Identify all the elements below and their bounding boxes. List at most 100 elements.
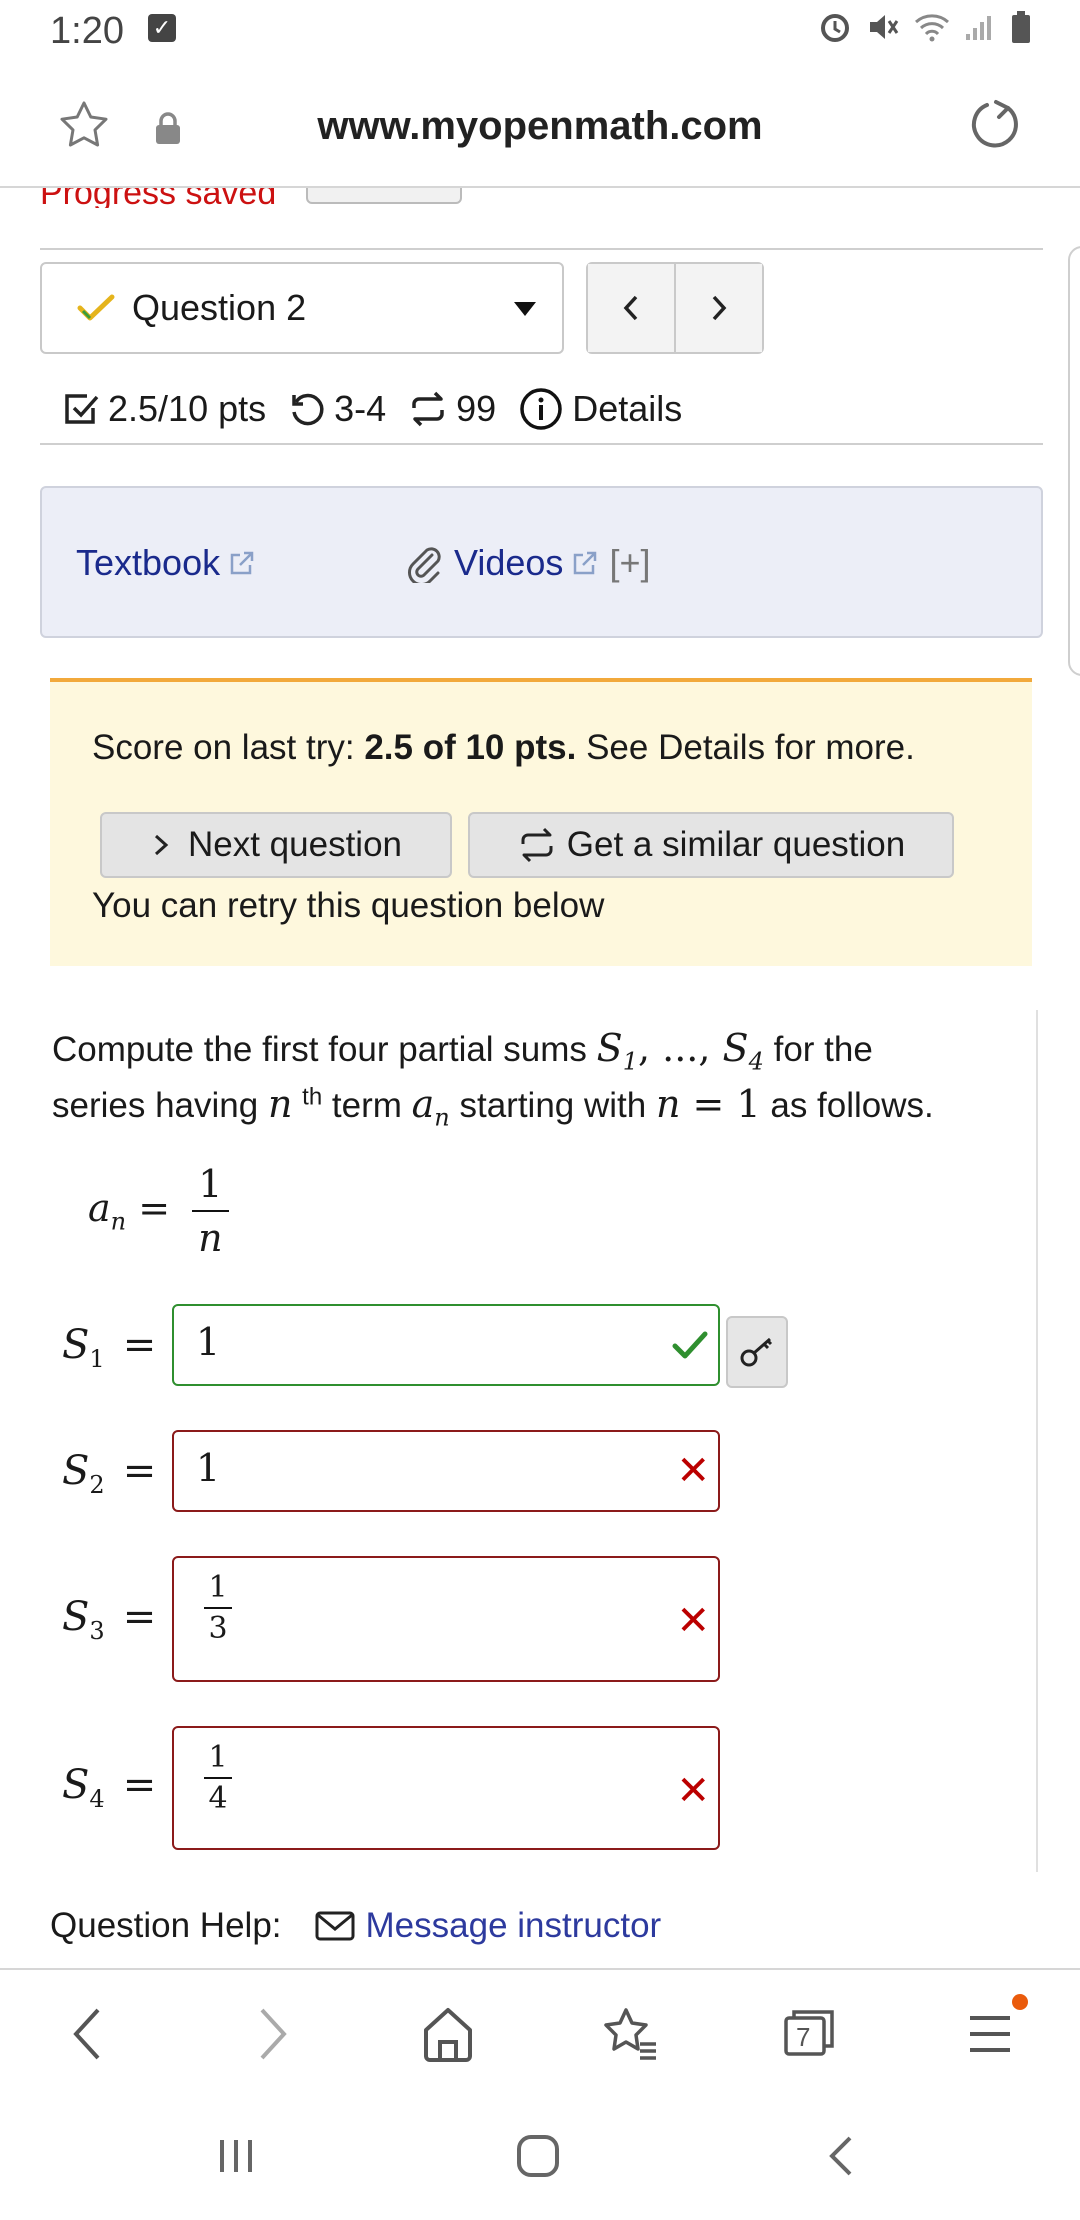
s2-answer-value: 1 xyxy=(196,1446,221,1490)
incorrect-x-icon: ✕ xyxy=(676,1449,710,1493)
videos-link[interactable]: Videos [+] xyxy=(404,542,650,584)
repeat-icon xyxy=(412,391,444,427)
details-label: Details xyxy=(572,388,683,429)
back-icon[interactable] xyxy=(68,2004,108,2064)
wifi-icon xyxy=(915,14,949,42)
alarm-icon xyxy=(821,14,849,42)
system-navigation-bar xyxy=(0,2104,1080,2220)
repeat-icon xyxy=(521,827,553,863)
videos-label: Videos xyxy=(454,542,564,583)
check-icon xyxy=(77,294,115,321)
question-text: as follows. xyxy=(760,1086,934,1125)
browser-url-bar: www.myopenmath.com xyxy=(0,64,1080,188)
checkbox-notification-icon: ✓ xyxy=(148,14,176,42)
message-instructor-link[interactable]: Message instructor xyxy=(366,1906,662,1946)
checkmark-icon xyxy=(672,1331,708,1359)
info-icon xyxy=(520,388,562,430)
similar-question-button[interactable]: Get a similar question xyxy=(468,812,954,878)
divider xyxy=(40,443,1043,445)
reload-icon[interactable] xyxy=(966,96,1024,154)
tab-count: 7 xyxy=(796,2022,811,2052)
details-button[interactable]: Details xyxy=(518,386,682,432)
url-text[interactable]: www.myopenmath.com xyxy=(0,104,1080,149)
score-notice: Score on last try: 2.5 of 10 pts. See De… xyxy=(50,678,1032,966)
math-n: n xyxy=(267,1082,293,1126)
paperclip-icon xyxy=(408,547,441,583)
mail-icon xyxy=(315,1911,355,1941)
status-bar: 1:20 ✓ xyxy=(0,0,1080,64)
score-suffix: See Details for more. xyxy=(576,728,915,767)
back-nav-icon[interactable] xyxy=(824,2134,860,2178)
incorrect-x-icon: ✕ xyxy=(676,1769,710,1813)
textbook-label: Textbook xyxy=(76,542,221,583)
question-select-dropdown[interactable]: Question 2 xyxy=(40,262,564,354)
previous-question-button[interactable] xyxy=(588,264,676,352)
recent-apps-icon[interactable] xyxy=(214,2134,258,2178)
s4-label: S4 = xyxy=(62,1762,157,1813)
formula-numerator: 1 xyxy=(198,1162,223,1206)
s2-answer-field[interactable]: 1 ✕ xyxy=(172,1430,720,1512)
status-icons xyxy=(818,10,1032,44)
home-nav-icon[interactable] xyxy=(514,2132,562,2180)
s1-label: S1 = xyxy=(62,1322,157,1373)
question-text: starting with xyxy=(449,1086,656,1125)
bookmarks-icon[interactable] xyxy=(600,2004,660,2064)
chevron-right-icon xyxy=(154,834,169,856)
regens-text: 99 xyxy=(456,388,497,429)
s1-answer-field[interactable]: 1 xyxy=(172,1304,720,1386)
question-nav-buttons xyxy=(586,262,764,354)
caret-down-icon xyxy=(514,302,536,316)
tabs-button[interactable]: 7 xyxy=(782,2006,836,2060)
attempts-stat: 3-4 xyxy=(288,388,386,430)
s3-answer-field[interactable]: 1 3 ✕ xyxy=(172,1556,720,1682)
textbook-link[interactable]: Textbook xyxy=(76,542,256,584)
retry-icon xyxy=(292,393,324,426)
forward-icon[interactable] xyxy=(252,2004,292,2064)
divider xyxy=(40,248,1043,250)
s3-answer-fraction: 1 3 xyxy=(204,1570,232,1646)
question-text-line1: Compute the first four partial sums S1, … xyxy=(52,1026,873,1076)
score-prefix: Score on last try: xyxy=(92,728,365,767)
question-text-line2: series having n th term an starting with… xyxy=(52,1082,934,1132)
next-question-arrow-button[interactable] xyxy=(676,264,762,352)
mute-icon xyxy=(870,15,899,39)
question-stats: 2.5/10 pts 3-4 99 Details xyxy=(62,384,704,434)
formula-an: an = 1 n xyxy=(88,1162,229,1260)
formula-lhs: an = xyxy=(88,1186,171,1236)
regens-stat: 99 xyxy=(408,388,496,430)
done-button[interactable] xyxy=(306,188,462,204)
question-text: series having xyxy=(52,1086,268,1125)
status-time: 1:20 xyxy=(50,10,124,52)
show-answer-key-button[interactable] xyxy=(726,1316,788,1388)
question-help: Question Help: Message instructor xyxy=(50,1906,661,1946)
home-icon[interactable] xyxy=(420,2004,476,2064)
checkbox-icon xyxy=(65,394,99,424)
s1-answer-value: 1 xyxy=(196,1320,221,1364)
math-an: an xyxy=(411,1082,450,1132)
progress-saved-text: Progress saved xyxy=(40,188,277,208)
s2-label: S2 = xyxy=(62,1448,157,1499)
s4-numerator: 1 xyxy=(208,1740,228,1775)
s3-numerator: 1 xyxy=(208,1570,228,1605)
question-select-label: Question 2 xyxy=(132,287,307,328)
retry-text: You can retry this question below xyxy=(92,886,605,925)
next-question-button[interactable]: Next question xyxy=(100,812,452,878)
points-stat: 2.5/10 pts xyxy=(62,388,266,430)
points-text: 2.5/10 pts xyxy=(108,388,267,429)
score-value: 2.5 of 10 pts. xyxy=(364,728,577,767)
chevron-right-icon xyxy=(712,295,727,321)
s4-answer-field[interactable]: 1 4 ✕ xyxy=(172,1726,720,1850)
external-link-icon xyxy=(574,551,597,575)
menu-icon[interactable] xyxy=(966,2004,1014,2064)
s4-denominator: 4 xyxy=(208,1781,228,1816)
chevron-left-icon xyxy=(623,295,638,321)
question-text: Compute the first four partial sums xyxy=(52,1030,597,1069)
key-icon xyxy=(740,1337,773,1367)
attempts-text: 3-4 xyxy=(334,388,387,429)
expand-toggle[interactable]: [+] xyxy=(609,542,650,584)
math-s1-s4: S1, ..., S4 xyxy=(596,1026,764,1076)
browser-bottom-bar: 7 xyxy=(0,1968,1080,2104)
side-panel-edge xyxy=(1068,246,1080,676)
score-text: Score on last try: 2.5 of 10 pts. See De… xyxy=(92,728,915,768)
s4-answer-fraction: 1 4 xyxy=(204,1740,232,1816)
